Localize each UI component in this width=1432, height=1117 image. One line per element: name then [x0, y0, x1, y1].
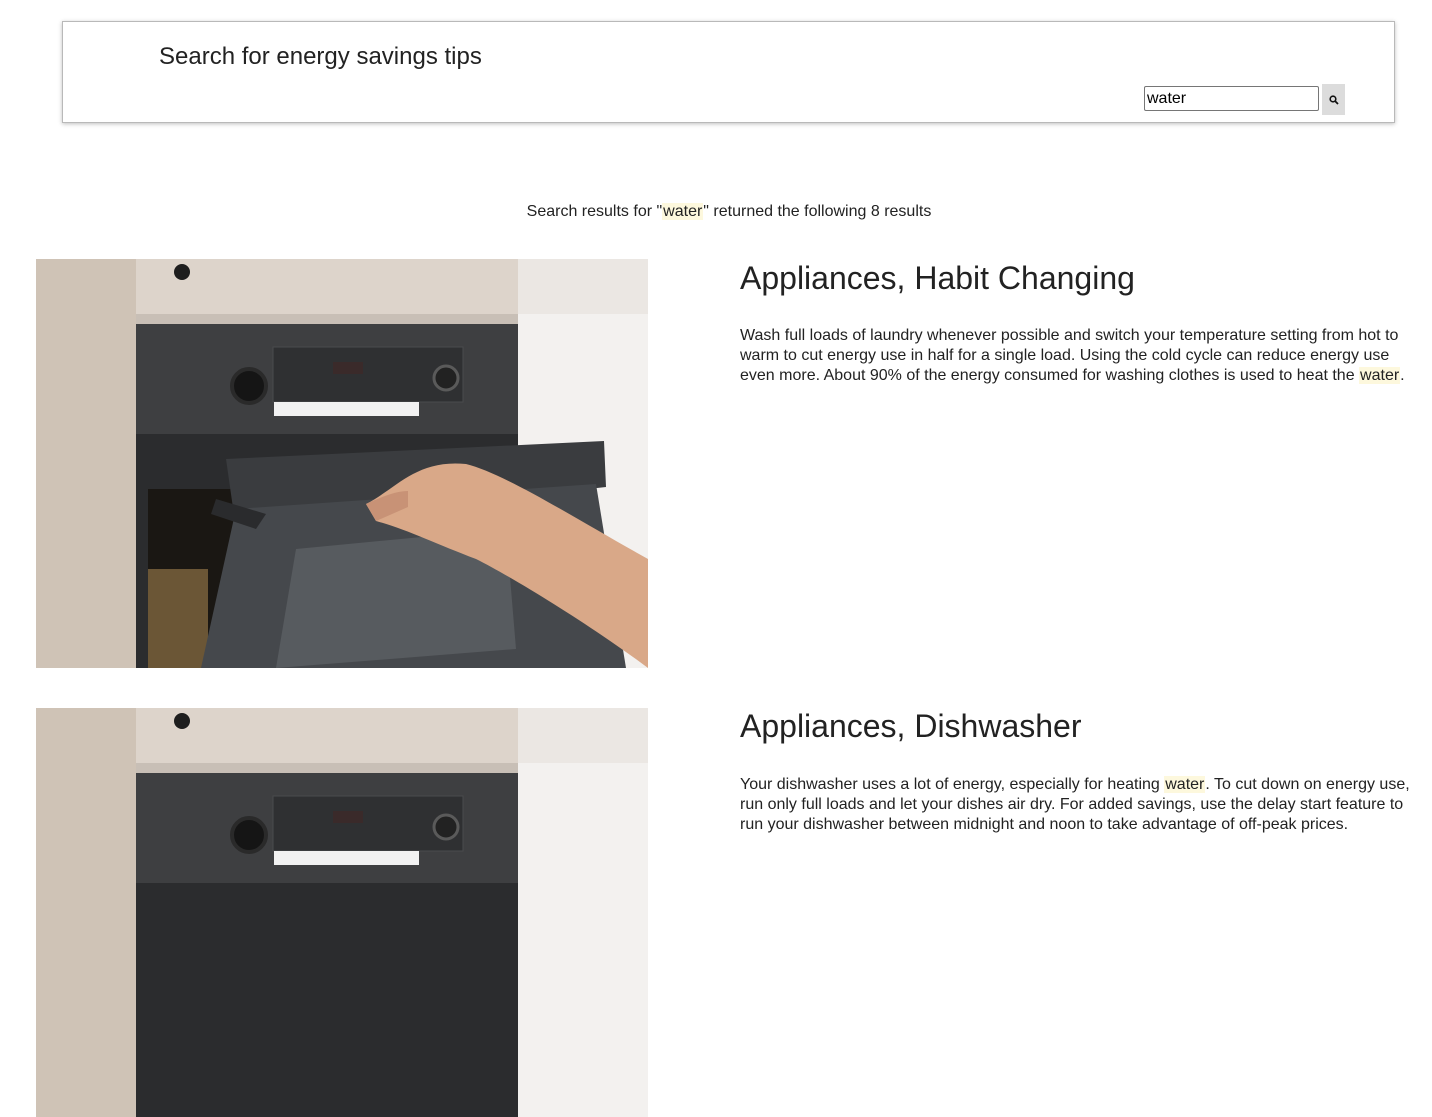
result-desc-highlight: water — [1359, 367, 1401, 384]
summary-term-highlight: water — [662, 203, 704, 220]
oven-photo-illustration — [36, 708, 648, 1117]
search-panel: Search for energy savings tips — [62, 21, 1395, 123]
search-button[interactable] — [1322, 84, 1345, 115]
result-desc-text: Wash full loads of laundry whenever poss… — [740, 327, 1399, 384]
result-title[interactable]: Appliances, Dishwasher — [740, 708, 1082, 745]
oven-photo-illustration — [36, 259, 648, 668]
result-description: Your dishwasher uses a lot of energy, es… — [740, 775, 1420, 835]
result-image-oven — [36, 708, 648, 1117]
results-summary: Search results for "water" returned the … — [0, 203, 1432, 221]
result-desc-text: Your dishwasher uses a lot of energy, es… — [740, 776, 1165, 793]
result-image-oven — [36, 259, 648, 668]
result-description: Wash full loads of laundry whenever poss… — [740, 326, 1420, 386]
summary-suffix: " returned the following 8 results — [703, 203, 932, 220]
summary-prefix: Search results for " — [526, 203, 663, 220]
search-icon — [1328, 94, 1339, 105]
search-input[interactable] — [1144, 86, 1319, 111]
result-title[interactable]: Appliances, Habit Changing — [740, 260, 1135, 297]
result-desc-text: . — [1400, 367, 1405, 384]
search-heading: Search for energy savings tips — [159, 43, 482, 70]
result-desc-highlight: water — [1164, 776, 1206, 793]
